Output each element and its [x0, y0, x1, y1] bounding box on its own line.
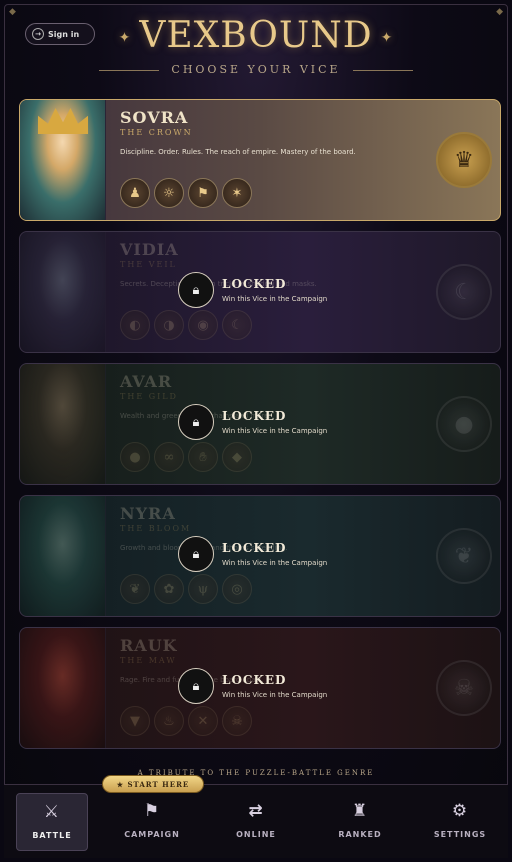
unlock-hint: Win this Vice in the Campaign	[222, 295, 328, 303]
lock-icon: 🔒︎	[178, 536, 214, 572]
flag-icon: ⚑	[143, 801, 161, 821]
lock-icon: 🔒︎	[178, 404, 214, 440]
app-frame: ◆ ◆ → Sign in ✦ VEXBOUND ✦ CHOOSE YOUR VIC…	[4, 4, 508, 858]
rauk-emblem-icon: ☠	[436, 660, 492, 716]
vice-description: Discipline. Order. Rules. The reach of e…	[120, 148, 356, 156]
nav-online[interactable]: ⇄ ONLINE	[220, 793, 292, 851]
bottom-nav: ⚔ BATTLE ⚑ CAMPAIGN ⇄ ONLINE ♜ RANKED ⚙ …	[4, 784, 508, 858]
hand-icon: ✋︎	[188, 442, 218, 472]
vice-card-rauk[interactable]: RAUK THE MAW Rage. Fire and fury. Tear t…	[19, 627, 501, 749]
vice-name: AVAR	[120, 372, 173, 391]
flower-icon: ✿	[154, 574, 184, 604]
moon-icon: ☾	[222, 310, 252, 340]
vice-card-avar[interactable]: AVAR THE GILD Wealth and greed. Coins, c…	[19, 363, 501, 485]
locked-label: LOCKED	[222, 673, 287, 687]
swap-icon: ⇄	[248, 801, 264, 821]
ability-icons: ◐ ◑ ◉ ☾	[120, 310, 252, 340]
vice-role: THE GILD	[120, 392, 178, 401]
tribute-text: A TRIBUTE TO THE PUZZLE-BATTLE GENRE	[137, 769, 375, 777]
pawn-icon: ♟	[120, 178, 150, 208]
eye-icon: ◉	[188, 310, 218, 340]
vice-role: THE CROWN	[120, 128, 193, 137]
vidia-portrait	[20, 232, 106, 352]
unlock-hint: Win this Vice in the Campaign	[222, 691, 328, 699]
crown-emblem-icon: ♛	[436, 132, 492, 188]
avar-emblem-icon: ●	[436, 396, 492, 452]
locked-overlay: 🔒︎ LOCKED Win this Vice in the Campaign	[178, 536, 327, 572]
locked-overlay: 🔒︎ LOCKED Win this Vice in the Campaign	[178, 272, 327, 308]
nyra-portrait	[20, 496, 106, 616]
ability-icons: ♟ ☼ ⚑ ✶	[120, 178, 252, 208]
avar-portrait	[20, 364, 106, 484]
seed-icon: ◎	[222, 574, 252, 604]
title-text: VEXBOUND	[139, 15, 373, 56]
ability-icons: ▼ ♨ ✕ ☠	[120, 706, 252, 736]
vice-card-sovra[interactable]: SOVRA THE CROWN Discipline. Order. Rules…	[19, 99, 501, 221]
fang-icon: ▼	[120, 706, 150, 736]
claw-icon: ✕	[188, 706, 218, 736]
mask-icon: ◐	[120, 310, 150, 340]
vice-role: THE MAW	[120, 656, 177, 665]
vidia-emblem-icon: ☾	[436, 264, 492, 320]
locked-label: LOCKED	[222, 277, 287, 291]
locked-overlay: 🔒︎ LOCKED Win this Vice in the Campaign	[178, 404, 327, 440]
gear-icon: ⚙	[451, 801, 469, 821]
vice-name: SOVRA	[120, 108, 189, 127]
root-icon: ψ	[188, 574, 218, 604]
start-here-badge[interactable]: ★ START HERE	[102, 775, 204, 793]
vice-role: THE VEIL	[120, 260, 177, 269]
veil-icon: ◑	[154, 310, 184, 340]
sparkle-icon: ✦	[118, 30, 132, 46]
rauk-portrait	[20, 628, 106, 748]
gem-icon: ◆	[222, 442, 252, 472]
game-title: ✦ VEXBOUND ✦	[5, 15, 507, 56]
locked-overlay: 🔒︎ LOCKED Win this Vice in the Campaign	[178, 668, 327, 704]
unlock-hint: Win this Vice in the Campaign	[222, 559, 328, 567]
page-subtitle: CHOOSE YOUR VICE	[5, 63, 507, 76]
vice-name: RAUK	[120, 636, 178, 655]
ability-icons: ● ∞ ✋︎ ◆	[120, 442, 252, 472]
nav-label: RANKED	[338, 830, 382, 839]
nav-settings[interactable]: ⚙ SETTINGS	[424, 793, 496, 851]
sword-icon: ⚔	[43, 802, 61, 822]
nav-campaign[interactable]: ⚑ CAMPAIGN	[116, 793, 188, 851]
nav-ranked[interactable]: ♜ RANKED	[324, 793, 396, 851]
ability-icons: ❦ ✿ ψ ◎	[120, 574, 252, 604]
nyra-emblem-icon: ❦	[436, 528, 492, 584]
trophy-icon: ♜	[351, 801, 369, 821]
nav-label: ONLINE	[236, 830, 276, 839]
vice-card-vidia[interactable]: VIDIA THE VEIL Secrets. Deception. Hidde…	[19, 231, 501, 353]
vice-role: THE BLOOM	[120, 524, 192, 533]
sun-icon: ☼	[154, 178, 184, 208]
vice-name: NYRA	[120, 504, 176, 523]
sparkle-icon: ✦	[380, 30, 394, 46]
lock-icon: 🔒︎	[178, 668, 214, 704]
banner-icon: ⚑	[188, 178, 218, 208]
crown-icon	[38, 108, 88, 134]
nav-label: SETTINGS	[433, 830, 487, 839]
locked-label: LOCKED	[222, 409, 287, 423]
lock-icon: 🔒︎	[178, 272, 214, 308]
leaf-icon: ❦	[120, 574, 150, 604]
vice-name: VIDIA	[120, 240, 179, 259]
eagle-icon: ✶	[222, 178, 252, 208]
chain-icon: ∞	[154, 442, 184, 472]
nav-label: CAMPAIGN	[124, 830, 180, 839]
vice-card-nyra[interactable]: NYRA THE BLOOM Growth and bloom. Roots a…	[19, 495, 501, 617]
nav-label: BATTLE	[32, 831, 72, 840]
sovra-portrait	[20, 100, 106, 220]
locked-label: LOCKED	[222, 541, 287, 555]
skull-icon: ☠	[222, 706, 252, 736]
coin-icon: ●	[120, 442, 150, 472]
nav-battle[interactable]: ⚔ BATTLE	[16, 793, 88, 851]
flame-icon: ♨	[154, 706, 184, 736]
unlock-hint: Win this Vice in the Campaign	[222, 427, 328, 435]
